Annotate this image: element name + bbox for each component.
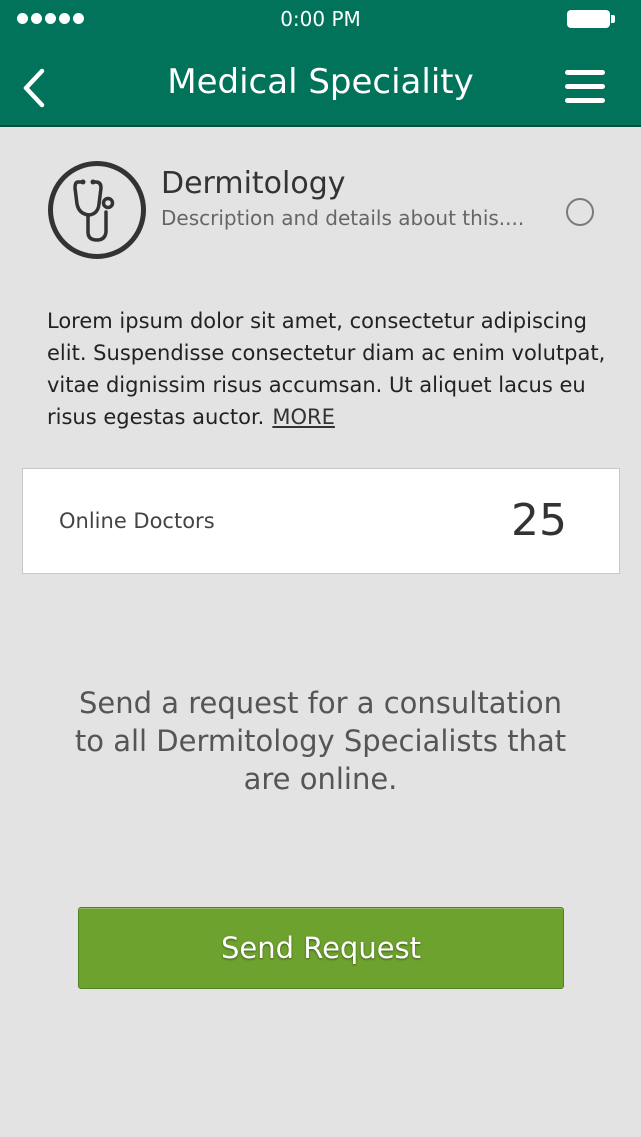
page-title: Medical Speciality — [167, 62, 474, 102]
speciality-description: Description and details about this.... — [161, 206, 525, 230]
status-bar: 0:00 PM — [0, 0, 641, 40]
send-request-button[interactable]: Send Request — [78, 907, 564, 989]
request-note: Send a request for a consultation to all… — [74, 686, 567, 796]
menu-button[interactable] — [563, 68, 607, 106]
speciality-name: Dermitology — [161, 166, 346, 201]
app-header: 0:00 PM Medical Speciality — [0, 0, 641, 127]
online-doctors-label: Online Doctors — [59, 509, 215, 533]
menu-bar — [565, 70, 605, 75]
more-link[interactable]: MORE — [272, 405, 335, 429]
speciality-radio[interactable] — [566, 198, 594, 226]
menu-bar — [565, 98, 605, 103]
menu-bar — [565, 84, 605, 89]
speciality-body: Lorem ipsum dolor sit amet, consectetur … — [47, 305, 607, 433]
battery-icon — [567, 10, 615, 28]
status-time: 0:00 PM — [280, 7, 361, 31]
online-doctors-count: 25 — [511, 495, 567, 546]
online-doctors-card: Online Doctors 25 — [22, 468, 620, 574]
stethoscope-icon — [48, 161, 146, 259]
